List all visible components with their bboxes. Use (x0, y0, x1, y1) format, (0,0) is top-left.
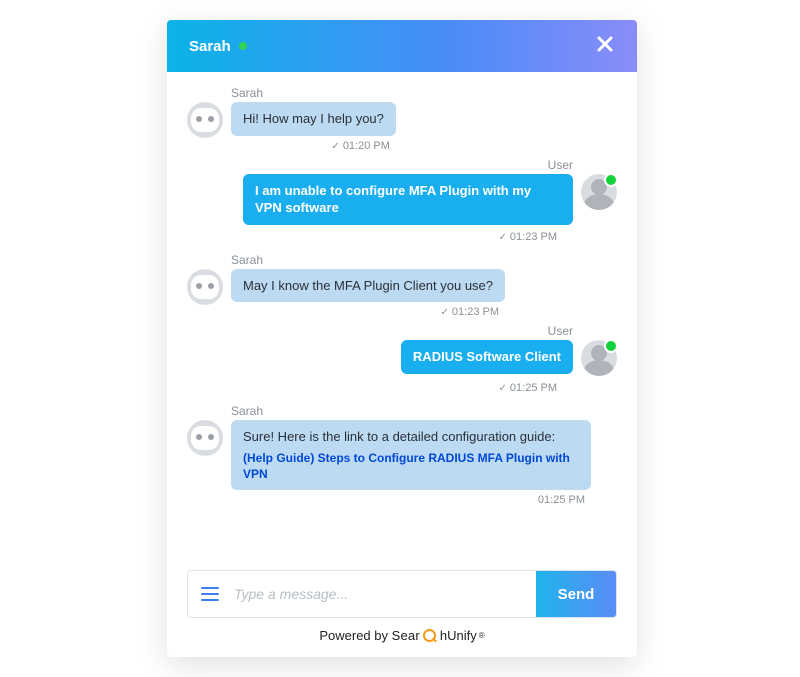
sender-label: User (548, 324, 573, 338)
hamburger-icon (201, 587, 219, 601)
message-bubble: I am unable to configure MFA Plugin with… (243, 174, 573, 225)
sender-label: Sarah (231, 253, 505, 267)
message-bubble: Sure! Here is the link to a detailed con… (231, 420, 591, 490)
bot-avatar (187, 102, 223, 138)
menu-button[interactable] (188, 587, 232, 601)
check-icon: ✓ (331, 141, 339, 152)
robot-icon (191, 275, 219, 299)
message-row: Sarah Sure! Here is the link to a detail… (187, 404, 617, 506)
help-guide-link[interactable]: (Help Guide) Steps to Configure RADIUS M… (243, 450, 579, 482)
bot-avatar (187, 420, 223, 456)
status-online-icon (239, 42, 247, 50)
send-button[interactable]: Send (536, 571, 616, 617)
footer: Powered by SearhUnify® (167, 628, 637, 657)
status-online-icon (604, 173, 618, 187)
timestamp: 01:25 PM (538, 494, 585, 506)
message-bubble: May I know the MFA Plugin Client you use… (231, 269, 505, 303)
check-icon: ✓ (499, 383, 507, 394)
message-input[interactable] (232, 585, 536, 603)
message-row: Sarah Hi! How may I help you? ✓01:20 PM (187, 86, 617, 152)
check-icon: ✓ (441, 307, 449, 318)
agent-name: Sarah (189, 38, 231, 55)
check-icon: ✓ (499, 232, 507, 243)
timestamp-row: ✓01:25 PM (187, 378, 617, 394)
timestamp: ✓01:20 PM (331, 140, 389, 152)
timestamp: ✓01:25 PM (499, 382, 557, 394)
timestamp-row: ✓01:23 PM (187, 227, 617, 243)
chat-window: Sarah Sarah Hi! How may I help you? ✓01:… (167, 20, 637, 657)
message-list: Sarah Hi! How may I help you? ✓01:20 PM … (167, 72, 637, 560)
message-row: Sarah May I know the MFA Plugin Client y… (187, 253, 617, 319)
close-button[interactable] (595, 34, 615, 59)
message-row: User RADIUS Software Client (187, 324, 617, 376)
user-avatar (581, 340, 617, 376)
bot-avatar (187, 269, 223, 305)
message-row: User I am unable to configure MFA Plugin… (187, 158, 617, 225)
header-agent: Sarah (189, 38, 247, 55)
chat-header: Sarah (167, 20, 637, 72)
message-bubble: Hi! How may I help you? (231, 102, 396, 136)
message-text: Sure! Here is the link to a detailed con… (243, 429, 555, 444)
sender-label: User (548, 158, 573, 172)
sender-label: Sarah (231, 86, 396, 100)
searchunify-logo: SearhUnify® (392, 628, 485, 643)
input-bar: Send (187, 570, 617, 618)
magnifier-icon (423, 629, 437, 643)
robot-icon (191, 108, 219, 132)
robot-icon (191, 426, 219, 450)
powered-by-label: Powered by (319, 628, 388, 643)
user-avatar (581, 174, 617, 210)
timestamp: ✓01:23 PM (441, 306, 499, 318)
timestamp: ✓01:23 PM (499, 231, 557, 243)
close-icon (595, 34, 615, 54)
message-bubble: RADIUS Software Client (401, 340, 573, 374)
sender-label: Sarah (231, 404, 591, 418)
